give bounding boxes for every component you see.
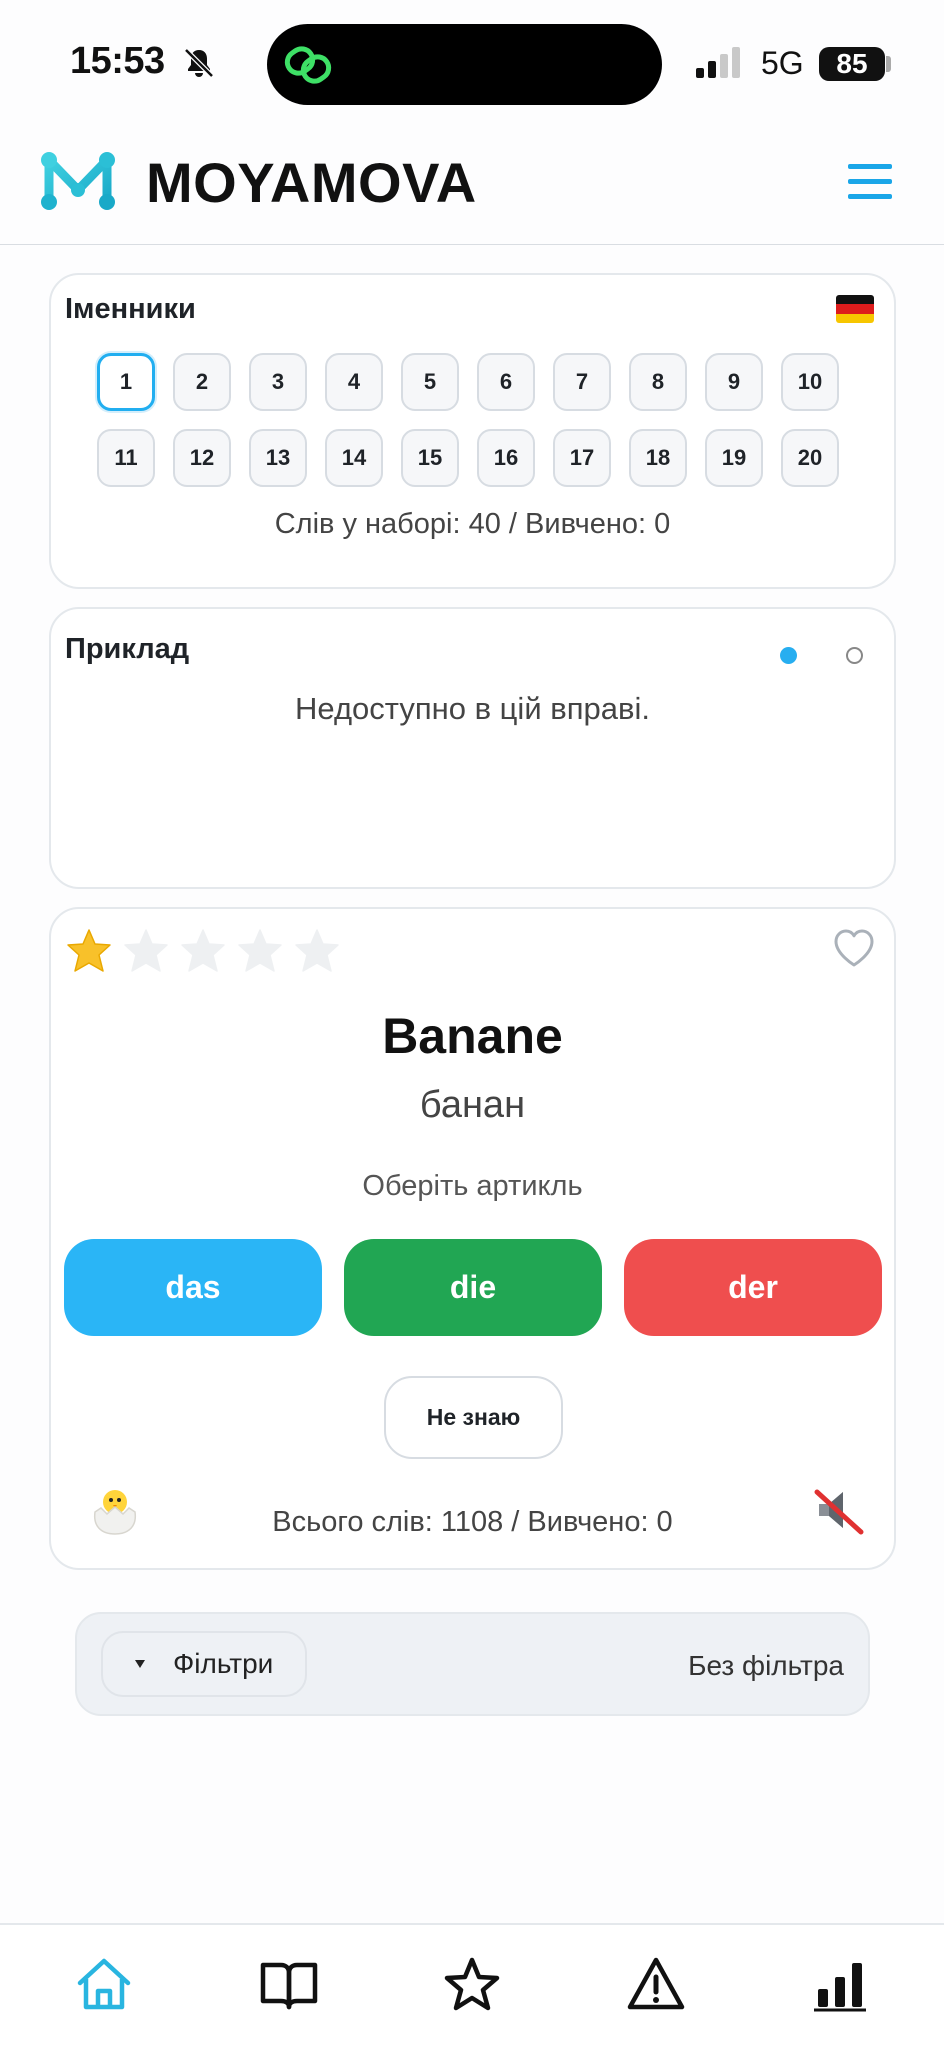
- star-empty-icon: [295, 929, 339, 972]
- filters-label: Фільтри: [173, 1648, 274, 1679]
- silent-bell-icon: [184, 48, 214, 78]
- heart-icon[interactable]: [832, 927, 876, 969]
- set-chip-10[interactable]: 10: [781, 353, 839, 411]
- home-icon[interactable]: [74, 1955, 134, 2015]
- set-chip-19[interactable]: 19: [705, 429, 763, 487]
- app-screen: 15:53 5G 85 MOYAMOVA Іменники 1 2 3 4 5 …: [0, 0, 944, 2048]
- dont-know-button[interactable]: Не знаю: [384, 1376, 563, 1459]
- pager-dot-active[interactable]: [780, 647, 797, 664]
- set-chip-13[interactable]: 13: [249, 429, 307, 487]
- word-translation: банан: [419, 1084, 526, 1126]
- cellular-signal-icon: [696, 47, 740, 78]
- article-der-button[interactable]: der: [624, 1239, 882, 1336]
- star-empty-icon: [181, 929, 225, 972]
- sound-muted-icon[interactable]: [811, 1482, 867, 1538]
- card-title-nouns: Іменники: [65, 293, 196, 325]
- menu-line: [848, 194, 892, 199]
- set-chip-3[interactable]: 3: [249, 353, 307, 411]
- book-icon[interactable]: [259, 1955, 319, 2015]
- network-type: 5G: [761, 45, 804, 81]
- star-empty-icon: [238, 929, 282, 972]
- set-chip-16[interactable]: 16: [477, 429, 535, 487]
- bottom-navigation: [0, 1923, 944, 2048]
- card-title-example: Приклад: [65, 633, 190, 665]
- menu-line: [848, 164, 892, 169]
- menu-line: [848, 179, 892, 184]
- filters-toggle-button[interactable]: Фільтри: [101, 1631, 307, 1697]
- warning-icon[interactable]: [626, 1955, 686, 2015]
- set-chip-6[interactable]: 6: [477, 353, 535, 411]
- set-chip-2[interactable]: 2: [173, 353, 231, 411]
- set-summary: Слів у наборі: 40 / Вивчено: 0: [274, 508, 671, 540]
- caret-down-icon: [135, 1660, 145, 1668]
- set-chip-11[interactable]: 11: [97, 429, 155, 487]
- set-chip-12[interactable]: 12: [173, 429, 231, 487]
- set-chip-5[interactable]: 5: [401, 353, 459, 411]
- word-text: Banane: [382, 1008, 563, 1064]
- filters-current-value: Без фільтра: [688, 1650, 844, 1681]
- set-chip-9[interactable]: 9: [705, 353, 763, 411]
- set-chip-4[interactable]: 4: [325, 353, 383, 411]
- status-bar: 15:53 5G 85: [0, 0, 944, 120]
- word-sets-card: Іменники 1 2 3 4 5 6 7 8 9 10 11 12 13 14 15 16 17 18 19 20…: [49, 273, 896, 589]
- set-chip-20[interactable]: 20: [781, 429, 839, 487]
- example-message: Недоступно в цій вправі.: [295, 691, 650, 726]
- example-card: Приклад Недоступно в цій вправі.: [49, 607, 896, 889]
- trainer-card: Banane банан Оберіть артикль das die der…: [49, 907, 896, 1570]
- link-app-icon: [284, 46, 332, 84]
- star-icon[interactable]: [442, 1955, 502, 2015]
- logo-icon[interactable]: [40, 150, 116, 212]
- pager-dot[interactable]: [846, 647, 863, 664]
- total-words-summary: Всього слів: 1108 / Вивчено: 0: [272, 1506, 673, 1538]
- article-die-button[interactable]: die: [344, 1239, 602, 1336]
- article-das-button[interactable]: das: [64, 1239, 322, 1336]
- set-chip-7[interactable]: 7: [553, 353, 611, 411]
- battery-level: 85: [819, 47, 885, 81]
- set-chip-8[interactable]: 8: [629, 353, 687, 411]
- set-chip-15[interactable]: 15: [401, 429, 459, 487]
- star-filled-icon: [67, 929, 111, 972]
- status-time: 15:53: [70, 40, 165, 82]
- germany-flag-icon[interactable]: [836, 295, 874, 323]
- app-header: MOYAMOVA: [0, 120, 944, 245]
- set-chip-14[interactable]: 14: [325, 429, 383, 487]
- set-chip-17[interactable]: 17: [553, 429, 611, 487]
- set-chip-1[interactable]: 1: [97, 353, 155, 411]
- star-empty-icon: [124, 929, 168, 972]
- filters-bar: Фільтри Без фільтра: [75, 1612, 870, 1716]
- app-logo-text: MOYAMOVA: [146, 151, 477, 214]
- stats-icon[interactable]: [810, 1955, 870, 2015]
- set-chip-18[interactable]: 18: [629, 429, 687, 487]
- battery-tip: [886, 56, 891, 72]
- task-prompt: Оберіть артикль: [362, 1170, 583, 1202]
- hamburger-menu-icon[interactable]: [848, 164, 892, 202]
